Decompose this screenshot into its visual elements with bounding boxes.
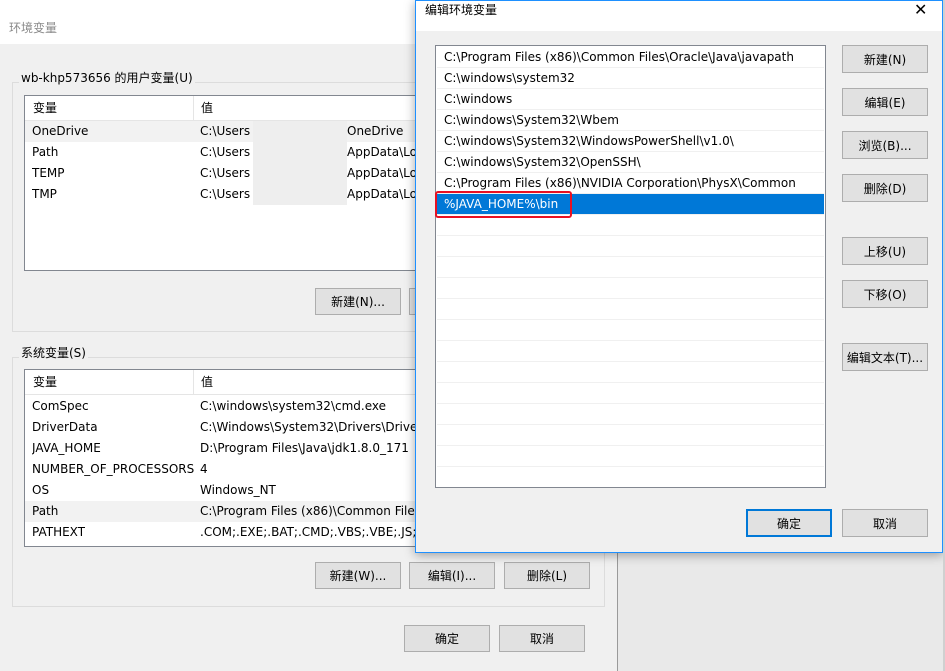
env-cancel-button[interactable]: 取消 [499,625,585,652]
user-col-value[interactable]: 值 [201,96,213,120]
user-vars-group-label: wb-khp573656 的用户变量(U) [19,69,195,86]
table-row[interactable]: JAVA_HOME D:\Program Files\Java\jdk1.8.0… [25,438,423,459]
table-row[interactable]: Path C:\Program Files (x86)\Common Files [25,501,423,522]
system-delete-button[interactable]: 删除(L) [504,562,590,589]
close-icon[interactable]: ✕ [914,0,927,19]
system-col-value[interactable]: 值 [201,370,213,394]
path-new-button[interactable]: 新建(N) [842,45,928,73]
table-row[interactable]: DriverData C:\Windows\System32\Drivers\D… [25,417,423,438]
edit-text-button[interactable]: 编辑文本(T)... [842,343,928,371]
env-ok-button[interactable]: 确定 [404,625,490,652]
system-new-button[interactable]: 新建(W)... [315,562,401,589]
system-edit-button[interactable]: 编辑(I)... [409,562,495,589]
path-list[interactable]: C:\Program Files (x86)\Common Files\Orac… [435,45,826,488]
system-vars-group-label: 系统变量(S) [19,344,88,361]
user-vars-header: 变量 值 [25,96,423,121]
dialog-cancel-button[interactable]: 取消 [842,509,928,537]
table-row[interactable]: ComSpec C:\windows\system32\cmd.exe [25,396,423,417]
path-delete-button[interactable]: 删除(D) [842,174,928,202]
list-item[interactable]: C:\windows\system32 [437,68,824,89]
path-edit-button[interactable]: 编辑(E) [842,88,928,116]
system-vars-header: 变量 值 [25,370,423,395]
highlight-annotation-box [435,191,572,218]
table-row[interactable]: OneDrive C:\Users OneDrive [25,121,423,142]
list-item[interactable]: C:\Program Files (x86)\Common Files\Orac… [437,47,824,68]
table-row[interactable]: TMP C:\Users AppData\Lo [25,184,423,205]
list-item[interactable]: C:\windows [437,89,824,110]
user-col-variable[interactable]: 变量 [33,96,57,120]
system-col-variable[interactable]: 变量 [33,370,57,394]
edit-dialog-title: 编辑环境变量 [425,3,498,17]
move-up-button[interactable]: 上移(U) [842,237,928,265]
list-item[interactable]: C:\windows\System32\OpenSSH\ [437,152,824,173]
list-item[interactable]: C:\windows\System32\Wbem [437,110,824,131]
table-row[interactable]: PATHEXT .COM;.EXE;.BAT;.CMD;.VBS;.VBE;.J… [25,522,423,543]
user-vars-list[interactable]: 变量 值 OneDrive C:\Users OneDrive Path C:\… [24,95,424,271]
path-browse-button[interactable]: 浏览(B)... [842,131,928,159]
env-window-title: 环境变量 [9,21,58,35]
table-row[interactable]: OS Windows_NT [25,480,423,501]
dialog-ok-button[interactable]: 确定 [746,509,832,537]
table-row[interactable]: TEMP C:\Users AppData\Lo [25,163,423,184]
redacted-username [253,121,347,205]
table-row[interactable]: Path C:\Users AppData\Lo [25,142,423,163]
list-item[interactable]: C:\windows\System32\WindowsPowerShell\v1… [437,131,824,152]
system-vars-list[interactable]: 变量 值 ComSpec C:\windows\system32\cmd.exe… [24,369,424,547]
move-down-button[interactable]: 下移(O) [842,280,928,308]
user-new-button[interactable]: 新建(N)... [315,288,401,315]
edit-dialog-titlebar: 编辑环境变量 ✕ [416,0,942,31]
edit-env-dialog: 编辑环境变量 ✕ C:\Program Files (x86)\Common F… [415,0,943,553]
table-row[interactable]: NUMBER_OF_PROCESSORS 4 [25,459,423,480]
